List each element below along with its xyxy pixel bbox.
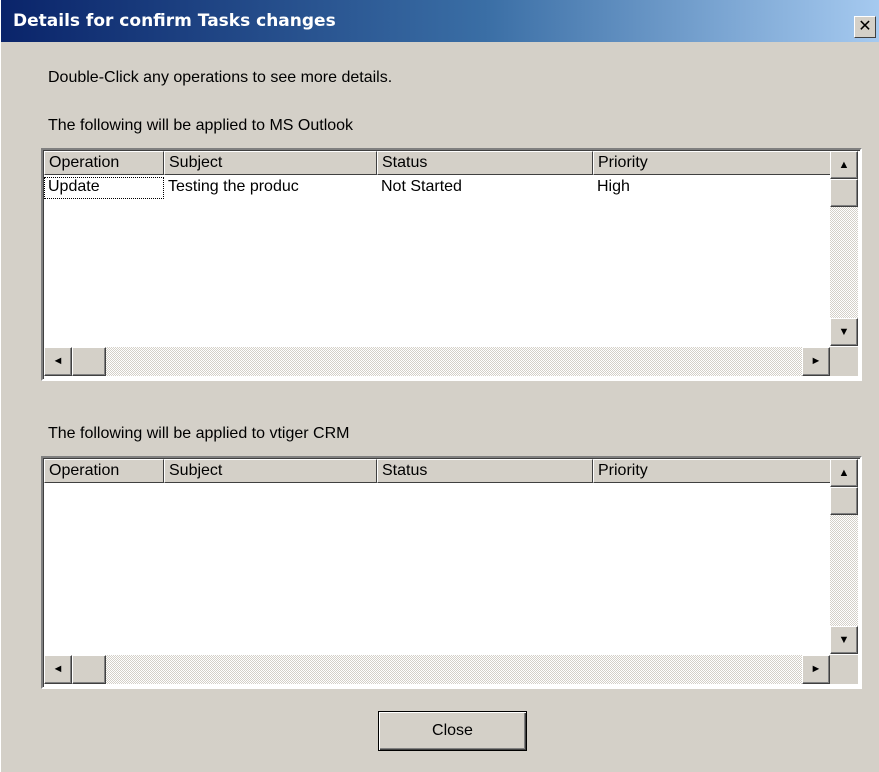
column-header-priority[interactable]: Priority [593,151,832,175]
horizontal-scrollbar[interactable]: ◄ ► [44,347,830,376]
scrollbar-corner [830,655,858,684]
scroll-right-icon[interactable]: ► [802,655,830,684]
outlook-list[interactable]: Operation Subject Status Priority Update… [41,148,862,381]
scroll-down-icon[interactable]: ▼ [830,318,858,346]
scroll-up-icon[interactable]: ▲ [830,459,858,487]
cell-priority[interactable]: High [593,177,832,199]
close-icon[interactable]: ✕ [854,16,876,38]
vertical-scrollbar[interactable]: ▲ ▼ [830,151,858,346]
cell-operation[interactable]: Update [44,177,164,199]
vertical-scroll-thumb[interactable] [830,179,858,207]
scroll-left-icon[interactable]: ◄ [44,347,72,376]
scroll-left-icon[interactable]: ◄ [44,655,72,684]
horizontal-scrollbar[interactable]: ◄ ► [44,655,830,684]
horizontal-scroll-thumb[interactable] [72,347,106,376]
vertical-scrollbar[interactable]: ▲ ▼ [830,459,858,654]
scrollbar-corner [830,347,858,376]
scroll-up-icon[interactable]: ▲ [830,151,858,179]
cell-subject[interactable]: Testing the produc [164,177,377,199]
column-header-subject[interactable]: Subject [164,151,377,175]
column-header-status[interactable]: Status [377,151,593,175]
scroll-down-icon[interactable]: ▼ [830,626,858,654]
title-bar[interactable]: Details for confirm Tasks changes [1,0,879,42]
vertical-scroll-thumb[interactable] [830,487,858,515]
vtiger-section-label: The following will be applied to vtiger … [48,425,350,442]
close-button[interactable]: Close [378,711,527,751]
vtiger-list-header: Operation Subject Status Priority [44,459,832,483]
scroll-right-icon[interactable]: ► [802,347,830,376]
vtiger-list[interactable]: Operation Subject Status Priority ▲ ▼ ◄ … [41,456,862,689]
dialog-window: Details for confirm Tasks changes ✕ Doub… [0,0,879,772]
column-header-operation[interactable]: Operation [44,151,164,175]
window-title: Details for confirm Tasks changes [13,11,336,31]
outlook-section-label: The following will be applied to MS Outl… [48,117,354,134]
outlook-list-header: Operation Subject Status Priority [44,151,832,175]
instructions-text: Double-Click any operations to see more … [48,69,393,86]
column-header-subject[interactable]: Subject [164,459,377,483]
table-row[interactable]: Update Testing the produc Not Started Hi… [44,177,832,199]
column-header-status[interactable]: Status [377,459,593,483]
column-header-operation[interactable]: Operation [44,459,164,483]
cell-status[interactable]: Not Started [377,177,593,199]
horizontal-scroll-thumb[interactable] [72,655,106,684]
column-header-priority[interactable]: Priority [593,459,832,483]
